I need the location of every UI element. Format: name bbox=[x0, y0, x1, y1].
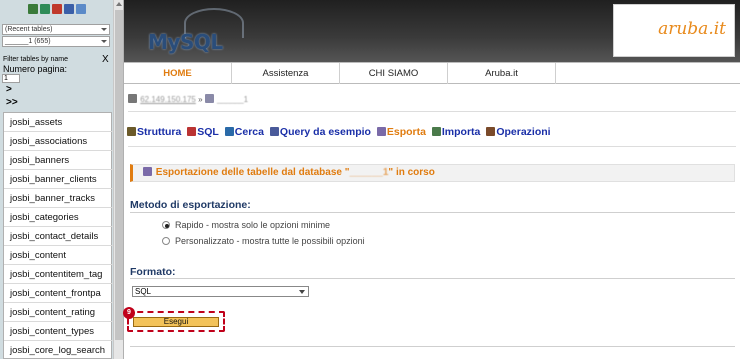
exit-icon[interactable] bbox=[40, 4, 50, 14]
tab-struttura[interactable]: Struttura bbox=[127, 126, 181, 138]
aruba-logo-box: aruba.it bbox=[613, 4, 735, 57]
tab-importa[interactable]: Importa bbox=[431, 126, 481, 138]
tab-esporta[interactable]: Esporta bbox=[376, 126, 426, 138]
tab-label: Query da esempio bbox=[279, 126, 371, 138]
table-list-item[interactable]: josbi_content_rating bbox=[4, 303, 113, 322]
tab-home[interactable]: HOME bbox=[124, 63, 232, 84]
tab-label: Cerca bbox=[234, 126, 264, 138]
chevron-down-icon bbox=[101, 40, 107, 43]
tab-label: Importa bbox=[441, 126, 481, 138]
numero-pagina-label: Numero pagina: bbox=[3, 64, 68, 74]
export-icon bbox=[143, 167, 152, 176]
option-rapido[interactable]: Rapido - mostra solo le opzioni minime bbox=[162, 220, 330, 230]
top-nav: HOME Assistenza CHI SIAMO Aruba.it bbox=[124, 62, 740, 84]
page-value: 1 bbox=[4, 75, 8, 82]
main-content: 62.149.150.175 » ______1 Struttura SQL C… bbox=[123, 84, 740, 359]
tab-label: SQL bbox=[197, 126, 219, 138]
table-list-item[interactable]: josbi_content bbox=[4, 246, 113, 265]
banner-prefix: Esportazione delle tabelle dal database … bbox=[155, 167, 350, 178]
aruba-logo: aruba.it bbox=[658, 19, 726, 39]
chevron-down-icon bbox=[299, 290, 305, 294]
divider bbox=[130, 212, 735, 213]
option-label: Rapido - mostra solo le opzioni minime bbox=[175, 220, 331, 230]
breadcrumb-separator: » bbox=[198, 95, 205, 104]
recent-tables-select[interactable]: (Recent tables) bbox=[2, 24, 110, 35]
db-toolbar: Struttura SQL Cerca Query da esempio Esp… bbox=[127, 126, 554, 140]
banner-db: ______1 bbox=[349, 167, 389, 178]
export-icon bbox=[376, 127, 386, 136]
divider bbox=[128, 111, 736, 112]
server-icon bbox=[128, 94, 137, 103]
page-select[interactable]: 1 bbox=[2, 74, 20, 83]
scroll-up-icon[interactable] bbox=[116, 2, 122, 6]
tab-label: Struttura bbox=[137, 126, 182, 138]
tab-aruba[interactable]: Aruba.it bbox=[448, 63, 556, 84]
table-list-item[interactable]: josbi_content_types bbox=[4, 322, 113, 341]
breadcrumb-host[interactable]: 62.149.150.175 bbox=[140, 95, 196, 104]
tab-operazioni[interactable]: Operazioni bbox=[486, 126, 551, 138]
formato-value: SQL bbox=[135, 287, 152, 296]
divider bbox=[130, 278, 735, 279]
banner-suffix: " in corso bbox=[388, 167, 435, 178]
tools-icon bbox=[486, 127, 496, 136]
table-list-item[interactable]: josbi_banners bbox=[4, 151, 113, 170]
option-label: Personalizzato - mostra tutte le possibi… bbox=[175, 236, 365, 246]
tab-assistenza[interactable]: Assistenza bbox=[232, 63, 340, 84]
query-icon bbox=[269, 127, 279, 136]
table-list-item[interactable]: josbi_assets bbox=[4, 113, 113, 132]
tab-sql[interactable]: SQL bbox=[187, 126, 219, 138]
header-banner: MySQL aruba.it bbox=[124, 0, 740, 62]
formato-heading: Formato: bbox=[130, 266, 176, 278]
breadcrumb: 62.149.150.175 » ______1 bbox=[128, 94, 728, 108]
toolbar-icons bbox=[28, 4, 86, 14]
table-list-item[interactable]: josbi_categories bbox=[4, 208, 113, 227]
radio-unchecked[interactable] bbox=[162, 237, 170, 245]
mysql-logo: MySQL bbox=[148, 30, 223, 54]
last-page-button[interactable]: >> bbox=[6, 97, 18, 108]
import-icon bbox=[431, 127, 441, 136]
structure-icon bbox=[127, 127, 136, 136]
divider bbox=[128, 146, 736, 147]
filter-label: Filter tables by name bbox=[3, 56, 68, 63]
sidebar-scrollbar[interactable] bbox=[113, 0, 123, 359]
reload-icon[interactable] bbox=[76, 4, 86, 14]
tab-label: Operazioni bbox=[496, 126, 551, 138]
table-list-item[interactable]: josbi_banner_tracks bbox=[4, 189, 113, 208]
scrollbar-thumb[interactable] bbox=[115, 10, 123, 340]
database-select[interactable]: ______1 (655) bbox=[2, 36, 110, 47]
divider bbox=[130, 346, 735, 347]
table-list-item[interactable]: josbi_contentitem_tag bbox=[4, 265, 113, 284]
table-list-item[interactable]: josbi_content_frontpa bbox=[4, 284, 113, 303]
esegui-button[interactable]: Esegui bbox=[133, 317, 219, 327]
tab-label: Esporta bbox=[386, 126, 426, 138]
table-list: josbi_assets josbi_associations josbi_bann… bbox=[3, 112, 113, 359]
home-icon[interactable] bbox=[28, 4, 38, 14]
search-icon bbox=[224, 127, 234, 136]
tab-query[interactable]: Query da esempio bbox=[269, 126, 371, 138]
export-banner: Esportazione delle tabelle dal database … bbox=[130, 164, 735, 182]
sql-icon bbox=[187, 127, 197, 136]
docs-icon[interactable] bbox=[64, 4, 74, 14]
left-panel: (Recent tables) ______1 (655) Filter tab… bbox=[0, 0, 124, 359]
formato-select[interactable]: SQL bbox=[132, 286, 309, 297]
recent-tables-value: (Recent tables) bbox=[5, 26, 53, 33]
tab-chi-siamo[interactable]: CHI SIAMO bbox=[340, 63, 448, 84]
database-icon bbox=[204, 94, 214, 103]
radio-checked[interactable] bbox=[162, 221, 170, 229]
table-list-item[interactable]: josbi_contact_details bbox=[4, 227, 113, 246]
table-list-item[interactable]: josbi_associations bbox=[4, 132, 113, 151]
tab-cerca[interactable]: Cerca bbox=[224, 126, 264, 138]
chevron-down-icon bbox=[101, 28, 107, 31]
table-list-item[interactable]: josbi_banner_clients bbox=[4, 170, 113, 189]
table-list-item[interactable]: josbi_core_log_search bbox=[4, 341, 113, 359]
next-page-button[interactable]: > bbox=[6, 84, 12, 95]
option-personalizzato[interactable]: Personalizzato - mostra tutte le possibi… bbox=[162, 236, 365, 246]
database-value: ______1 (655) bbox=[5, 38, 51, 45]
sql-icon[interactable] bbox=[52, 4, 62, 14]
filter-clear-button[interactable]: X bbox=[102, 54, 109, 65]
highlight-callout: 9 Esegui bbox=[123, 307, 225, 332]
metodo-heading: Metodo di esportazione: bbox=[130, 199, 251, 211]
breadcrumb-db[interactable]: ______1 bbox=[217, 95, 248, 104]
